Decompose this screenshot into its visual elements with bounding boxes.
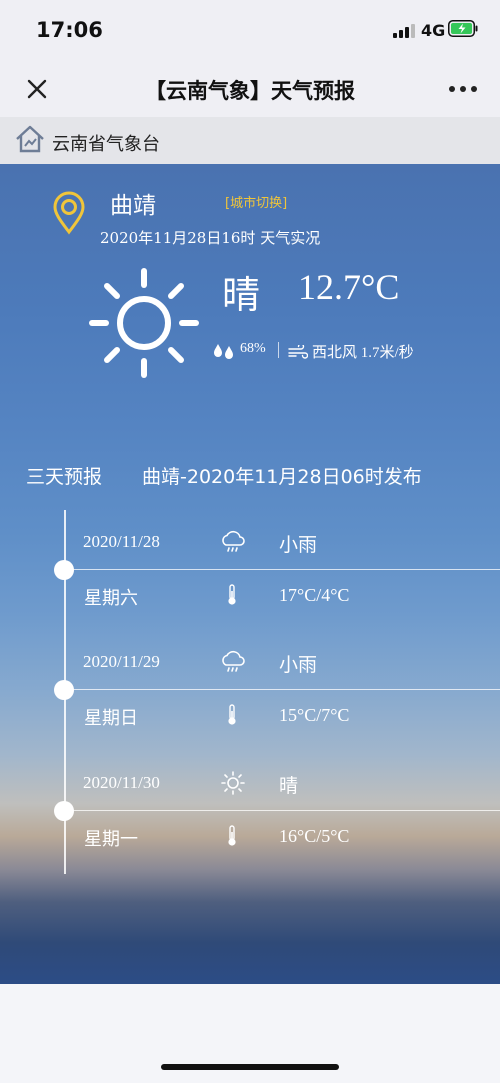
current-condition: 晴 <box>222 273 261 317</box>
status-bar: 17:06 4G <box>0 0 500 60</box>
org-bar[interactable]: 云南省气象台 <box>0 117 500 164</box>
cloud-rain-icon <box>222 650 245 672</box>
humidity-value: 68% <box>240 341 266 356</box>
forecast-weekday: 星期六 <box>84 588 138 609</box>
forecast-weather: 小雨 <box>279 654 318 676</box>
forecast-weekday: 星期一 <box>84 829 138 850</box>
city-switch-link[interactable]: [城市切换] <box>225 192 287 211</box>
battery-icon <box>448 20 478 37</box>
forecast-title: 三天预报 <box>26 466 103 488</box>
page-title: 【云南气象】天气预报 <box>145 79 355 103</box>
weather-panel: 曲靖 [城市切换] 2020年11月28日16时 天气实况 晴 12.7°C 6… <box>0 164 500 984</box>
thermometer-icon <box>228 704 236 725</box>
home-indicator[interactable] <box>161 1064 339 1070</box>
nav-bar: 【云南气象】天气预报 <box>0 60 500 117</box>
forecast-weather: 小雨 <box>279 534 318 556</box>
wind-icon <box>288 345 308 359</box>
forecast-date: 2020/11/29 <box>83 652 160 671</box>
city-name: 曲靖 <box>110 193 156 219</box>
sun-icon <box>221 771 245 795</box>
divider <box>278 342 279 358</box>
sun-icon <box>89 268 199 378</box>
signal-icon <box>393 24 415 38</box>
forecast-date: 2020/11/28 <box>83 532 160 551</box>
timeline-dot <box>54 560 74 580</box>
network-label: 4G <box>421 21 446 40</box>
humidity-icon <box>214 344 233 359</box>
timeline-dot <box>54 680 74 700</box>
location-pin-icon <box>53 191 85 235</box>
wind-value: 西北风 1.7米/秒 <box>312 345 414 361</box>
forecast-day: 2020/11/30 晴 星期一 16°C/5°C <box>0 751 500 871</box>
forecast-weekday: 星期日 <box>84 708 138 729</box>
forecast-temp-range: 15°C/7°C <box>279 705 350 725</box>
forecast-date: 2020/11/30 <box>83 773 160 792</box>
forecast-day: 2020/11/29 小雨 星期日 15°C/7°C <box>0 630 500 750</box>
divider <box>64 569 500 570</box>
divider <box>64 810 500 811</box>
cloud-rain-icon <box>222 530 245 552</box>
current-temperature: 12.7°C <box>298 267 400 307</box>
thermometer-icon <box>228 584 236 605</box>
thermometer-icon <box>228 825 236 846</box>
more-icon[interactable] <box>449 86 477 94</box>
observation-time: 2020年11月28日16时 天气实况 <box>100 229 321 247</box>
forecast-day: 2020/11/28 小雨 星期六 17°C/4°C <box>0 510 500 630</box>
home-icon <box>16 125 44 153</box>
forecast-temp-range: 17°C/4°C <box>279 585 350 605</box>
forecast-weather: 晴 <box>279 775 299 797</box>
org-name: 云南省气象台 <box>52 134 160 155</box>
forecast-issue-time: 曲靖-2020年11月28日06时发布 <box>142 466 422 488</box>
forecast-temp-range: 16°C/5°C <box>279 826 350 846</box>
divider <box>64 689 500 690</box>
timeline-dot <box>54 801 74 821</box>
status-time: 17:06 <box>36 18 103 42</box>
